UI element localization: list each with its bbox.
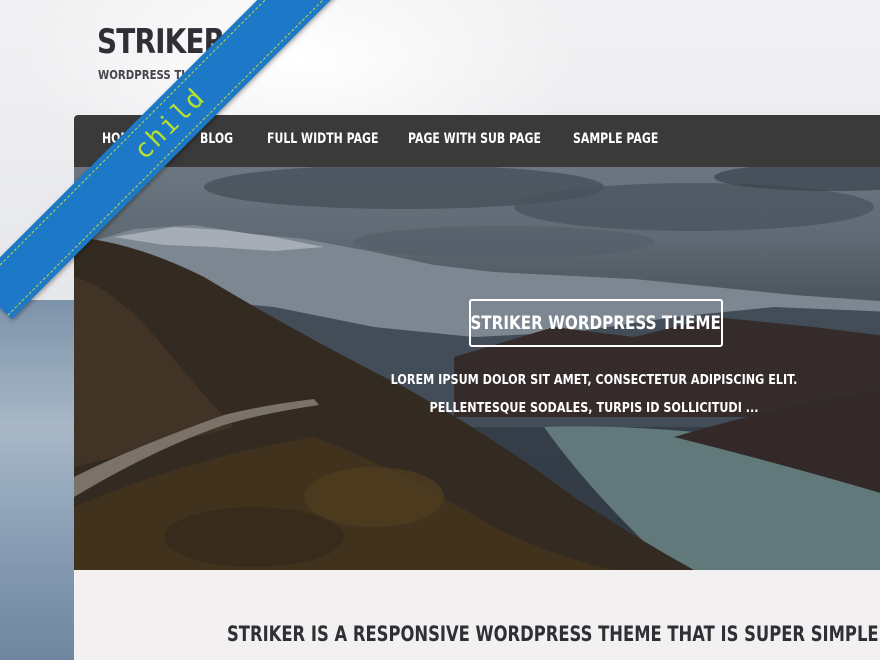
nav-item-full-width-page[interactable]: FULL WIDTH PAGE [267,131,378,147]
nav-item-blog[interactable]: BLOG [200,131,233,147]
hero-title-button[interactable]: STRIKER WORDPRESS THEME [469,299,723,347]
hero-title: STRIKER WORDPRESS THEME [470,312,722,334]
hero-excerpt: LOREM IPSUM DOLOR SIT AMET, CONSECTETUR … [390,373,798,416]
nav-item-page-with-sub-page[interactable]: PAGE WITH SUB PAGE [408,131,541,147]
content-wrapper: HOME BLOG FULL WIDTH PAGE PAGE WITH SUB … [74,115,880,660]
hero-banner: STRIKER WORDPRESS THEME LOREM IPSUM DOLO… [74,167,880,570]
nav-item-sample-page[interactable]: SAMPLE PAGE [573,131,658,147]
intro-heading: STRIKER IS A RESPONSIVE WORDPRESS THEME … [227,622,880,646]
background-mountain-image [0,300,80,660]
